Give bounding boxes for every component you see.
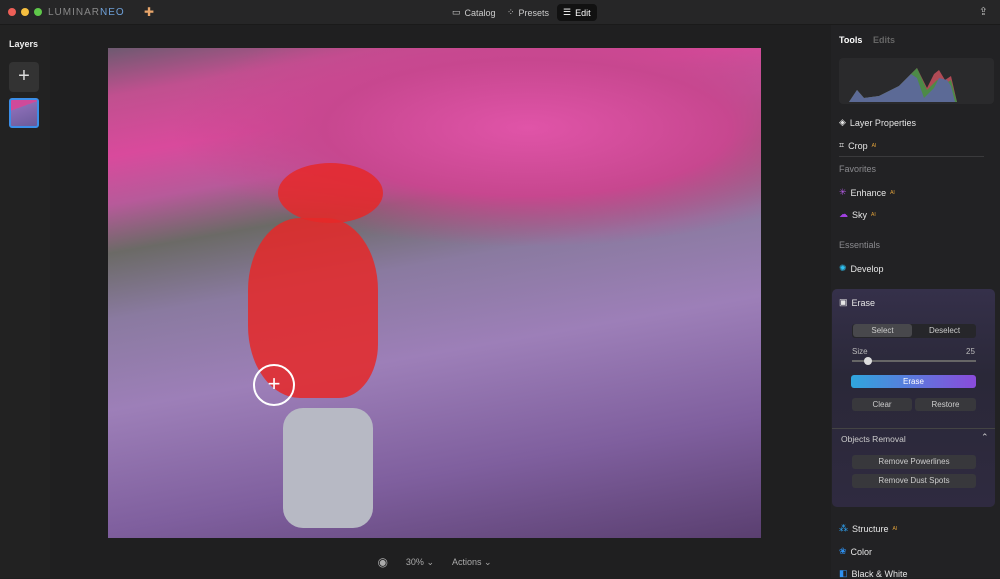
ai-badge: AI: [890, 189, 895, 196]
divider: [839, 156, 984, 157]
photo-canvas[interactable]: +: [108, 48, 761, 538]
tool-label: Black & White: [851, 568, 908, 579]
tool-label: Color: [850, 546, 873, 557]
zoom-dropdown[interactable]: 30% ⌄: [406, 557, 434, 568]
minimize-window-button[interactable]: [21, 8, 29, 16]
restore-button[interactable]: Restore: [915, 398, 976, 411]
tab-tools[interactable]: Tools: [839, 35, 862, 45]
layer-thumbnail[interactable]: [9, 98, 39, 128]
title-bar: LUMINARNEO ✚ ▭ Catalog ⁘ Presets ☰ Edit ⇪: [0, 0, 1000, 25]
nav-label: Edit: [575, 7, 591, 18]
extensions-icon[interactable]: ✚: [144, 5, 154, 19]
remove-dust-spots-button[interactable]: Remove Dust Spots: [852, 474, 976, 488]
tool-label: Sky: [852, 209, 868, 220]
tool-sky[interactable]: ☁ Sky AI: [839, 209, 876, 220]
layers-icon: ◈: [839, 117, 846, 127]
tool-label: Enhance: [850, 187, 887, 198]
tool-erase-header[interactable]: ▣ Erase: [839, 297, 875, 308]
pink-flowers: [168, 48, 761, 248]
nav-edit[interactable]: ☰ Edit: [557, 4, 597, 21]
brand-text: LUMINAR: [48, 7, 101, 18]
maximize-window-button[interactable]: [34, 8, 42, 16]
black-white-icon: ◧: [839, 568, 848, 578]
tool-structure[interactable]: ⁂ Structure AI: [839, 523, 897, 534]
objects-removal-header[interactable]: Objects Removal: [841, 434, 906, 444]
ai-badge: AI: [871, 142, 877, 149]
layers-title: Layers: [9, 39, 39, 49]
divider: [832, 428, 995, 429]
brush-cursor: +: [253, 364, 295, 406]
add-layer-button[interactable]: +: [9, 62, 39, 92]
histogram-graph: [849, 68, 957, 102]
person-legs: [283, 408, 373, 528]
enhance-icon: ✳: [839, 187, 847, 197]
remove-powerlines-button[interactable]: Remove Powerlines: [852, 455, 976, 469]
share-icon[interactable]: ⇪: [979, 5, 988, 18]
nav-catalog[interactable]: ▭ Catalog: [446, 4, 502, 21]
deselect-button[interactable]: Deselect: [914, 324, 975, 337]
tool-enhance[interactable]: ✳ Enhance AI: [839, 187, 895, 198]
ai-badge: AI: [892, 525, 898, 532]
tool-develop[interactable]: ✺ Develop: [839, 263, 884, 274]
zoom-value: 30%: [405, 556, 424, 567]
tool-label: Structure: [852, 523, 889, 534]
tool-label: Erase: [851, 297, 876, 308]
tool-color[interactable]: ❀ Color: [839, 546, 872, 557]
bottom-toolbar: ◉ 30% ⌄ Actions ⌄: [108, 550, 761, 574]
sliders-icon: ☰: [563, 7, 572, 17]
section-essentials: Essentials: [839, 240, 881, 250]
tab-edits[interactable]: Edits: [873, 35, 895, 45]
tool-black-white[interactable]: ◧ Black & White: [839, 568, 908, 579]
size-label: Size: [852, 347, 868, 356]
eraser-icon: ▣: [839, 297, 848, 307]
chevron-up-icon[interactable]: ⌃: [981, 432, 989, 443]
presets-icon: ⁘: [507, 7, 515, 17]
histogram: [839, 58, 994, 104]
size-value: 25: [966, 347, 975, 356]
erase-button[interactable]: Erase: [851, 375, 976, 388]
close-window-button[interactable]: [8, 8, 16, 16]
folder-icon: ▭: [452, 7, 461, 17]
app-logo: LUMINARNEO: [48, 7, 125, 18]
cloud-icon: ☁: [839, 209, 848, 219]
clear-button[interactable]: Clear: [852, 398, 912, 411]
tool-label: Layer Properties: [849, 117, 916, 128]
structure-icon: ⁂: [839, 523, 848, 533]
size-slider[interactable]: [852, 357, 976, 365]
ai-badge: AI: [871, 211, 876, 218]
select-button[interactable]: Select: [853, 324, 912, 337]
eye-icon[interactable]: ◉: [377, 555, 387, 569]
nav-label: Presets: [518, 7, 550, 18]
tool-layer-properties[interactable]: ◈ Layer Properties: [839, 117, 916, 128]
tool-crop[interactable]: ⌗ Crop AI: [839, 140, 876, 151]
nav-label: Catalog: [464, 7, 496, 18]
section-favorites: Favorites: [839, 164, 877, 174]
tool-label: Develop: [850, 263, 884, 274]
actions-dropdown[interactable]: Actions ⌄: [452, 557, 492, 568]
develop-icon: ✺: [839, 263, 847, 273]
erase-mask-hat: [278, 163, 383, 223]
tool-label: Crop: [848, 140, 868, 151]
color-icon: ❀: [839, 546, 847, 556]
crop-icon: ⌗: [839, 140, 845, 150]
actions-label: Actions: [451, 556, 482, 567]
size-slider-knob[interactable]: [863, 357, 872, 365]
nav-presets[interactable]: ⁘ Presets: [501, 4, 555, 21]
brand-accent: NEO: [100, 7, 125, 18]
